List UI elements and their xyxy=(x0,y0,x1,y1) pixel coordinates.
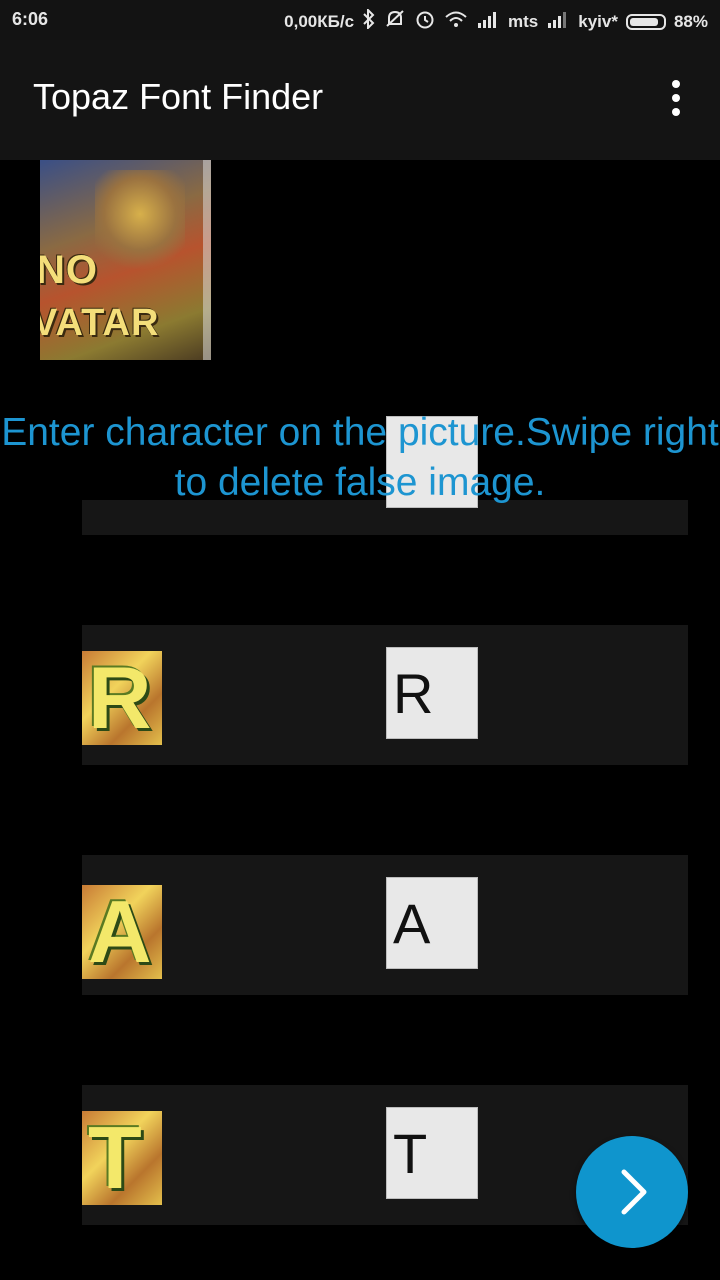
character-input[interactable]: R xyxy=(386,647,478,739)
character-thumbnail: A xyxy=(82,885,162,979)
character-thumbnail: R xyxy=(82,651,162,745)
preview-text-line1: NO xyxy=(40,248,98,292)
list-item[interactable]: R R xyxy=(82,625,688,765)
status-icons: 0,00КБ/с mts kyiv* 88% xyxy=(284,7,708,34)
thumbnail-char: R xyxy=(88,651,152,745)
carrier-1: mts xyxy=(508,11,539,31)
chevron-right-icon xyxy=(621,1169,647,1215)
instruction-text: Enter character on the picture.Swipe rig… xyxy=(1,411,719,504)
picture-preview: NO VATAR xyxy=(40,160,211,360)
character-thumbnail: T xyxy=(82,1111,162,1205)
carrier-2: kyiv* xyxy=(578,11,618,31)
mute-icon xyxy=(384,9,406,34)
network-speed: 0,00КБ/с xyxy=(284,11,355,31)
next-button[interactable] xyxy=(576,1136,688,1248)
thumbnail-char: T xyxy=(88,1111,142,1205)
bluetooth-icon xyxy=(362,7,376,34)
signal-icon-1 xyxy=(476,10,500,33)
preview-edge xyxy=(203,160,211,360)
preview-figure xyxy=(95,170,185,280)
preview-text-line2: VATAR xyxy=(40,302,160,344)
signal-icon-2 xyxy=(546,10,570,33)
alarm-icon xyxy=(414,9,436,34)
wifi-icon xyxy=(444,9,468,34)
list-item[interactable]: A A xyxy=(82,855,688,995)
overflow-menu-icon[interactable] xyxy=(664,80,688,116)
battery-percent: 88% xyxy=(673,11,708,31)
character-input[interactable]: A xyxy=(386,877,478,969)
battery-icon xyxy=(625,13,666,30)
app-bar: Topaz Font Finder xyxy=(0,40,720,160)
status-bar: 6:06 0,00КБ/с mts kyiv* 88% xyxy=(0,0,720,40)
status-time: 6:06 xyxy=(12,9,49,29)
thumbnail-char: A xyxy=(88,885,152,979)
app-title: Topaz Font Finder xyxy=(33,76,324,117)
character-input[interactable]: T xyxy=(386,1107,478,1199)
